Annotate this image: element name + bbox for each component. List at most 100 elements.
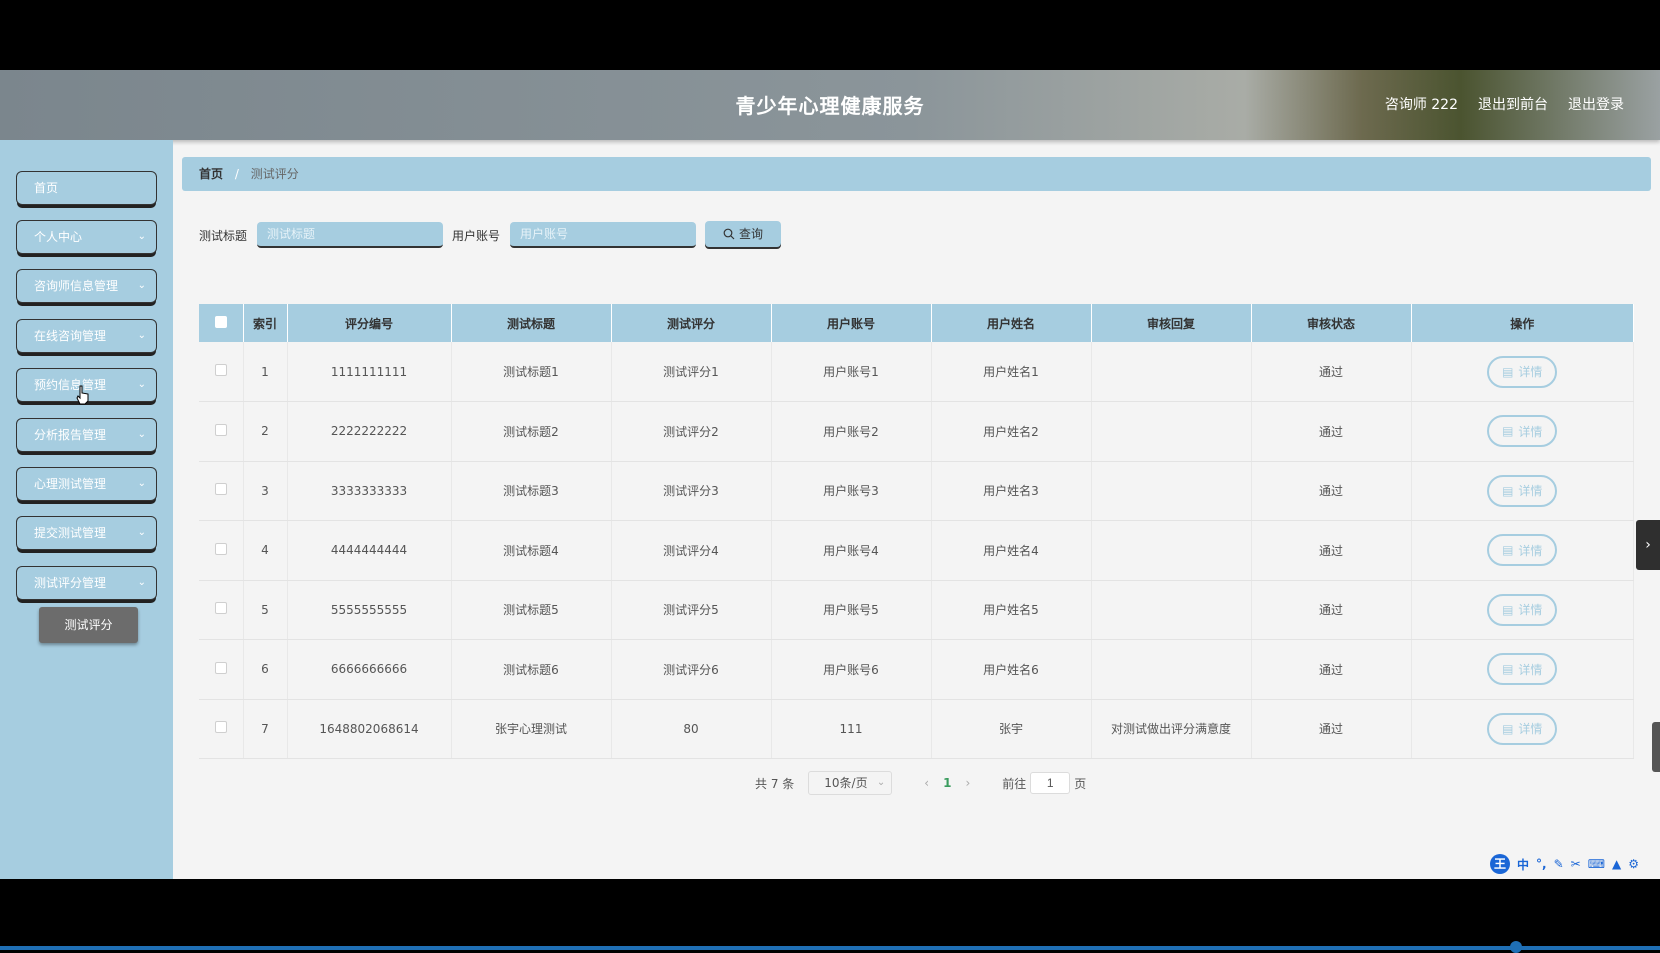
cell-test-title: 测试标题2 (451, 401, 612, 462)
shirt-icon[interactable]: ▲ (1612, 857, 1621, 871)
detail-button[interactable]: ▤ 详情 (1487, 355, 1558, 388)
chevron-down-icon: ⌄ (137, 379, 146, 390)
chevron-down-icon: ⌄ (137, 231, 146, 242)
cell-review-reply (1091, 520, 1252, 581)
prev-page-icon[interactable]: ‹ (924, 776, 929, 790)
scissors-icon[interactable]: ✂ (1571, 857, 1581, 871)
progress-indicator (1510, 941, 1522, 953)
cell-actions: ▤ 详情 (1411, 580, 1634, 640)
cell-review-status: 通过 (1251, 401, 1412, 462)
row-checkbox[interactable] (214, 542, 227, 555)
sidebar-item-submit-test[interactable]: 提交测试管理 ⌄ (17, 517, 156, 549)
cell-test-score: 80 (611, 699, 772, 759)
row-checkbox[interactable] (214, 483, 227, 496)
cell-test-score: 测试评分3 (611, 461, 772, 521)
breadcrumb: 首页 / 测试评分 (182, 157, 1651, 191)
row-checkbox[interactable] (214, 602, 227, 615)
cell-score-no: 4444444444 (287, 520, 452, 581)
page-number[interactable]: 1 (943, 776, 951, 790)
cell-review-status: 通过 (1251, 342, 1412, 402)
cell-actions: ▤ 详情 (1411, 699, 1634, 759)
submenu-test-score[interactable]: 测试评分 (39, 607, 138, 643)
chevron-down-icon: ⌄ (137, 577, 146, 588)
detail-button-label: 详情 (1518, 365, 1543, 379)
sidebar-item-counselor-info[interactable]: 咨询师信息管理 ⌄ (17, 270, 156, 302)
sidebar-item-label: 测试评分管理 (34, 576, 107, 590)
document-icon: ▤ (1502, 483, 1514, 498)
select-all-checkbox[interactable] (214, 315, 227, 328)
test-title-input[interactable] (257, 222, 444, 248)
cell-score-no: 2222222222 (287, 401, 452, 462)
scroll-handle[interactable] (1652, 722, 1660, 772)
cell-score-no: 1648802068614 (287, 699, 452, 759)
cell-test-title: 测试标题5 (451, 580, 612, 640)
breadcrumb-home[interactable]: 首页 (199, 167, 223, 181)
row-checkbox[interactable] (214, 721, 227, 734)
sidebar-item-label: 咨询师信息管理 (34, 279, 119, 293)
keyboard-icon[interactable]: ⌨ (1588, 857, 1605, 871)
row-checkbox[interactable] (214, 364, 227, 376)
cell-score-no: 1111111111 (287, 342, 452, 402)
ime-logo[interactable]: 王 (1490, 854, 1510, 874)
detail-button[interactable]: ▤ 详情 (1487, 712, 1558, 745)
page-size-select[interactable]: 10条/页 ⌄ (808, 771, 893, 795)
pen-icon[interactable]: ✎ (1554, 857, 1564, 871)
column-header: 测试评分 (611, 304, 772, 342)
screen-frame: 青少年心理健康服务 咨询师 222 退出到前台 退出登录 首页 个人中心 ⌄ 咨… (0, 0, 1660, 953)
cell-user-name: 用户姓名6 (931, 639, 1092, 700)
column-header: 操作 (1411, 304, 1634, 342)
gear-icon[interactable]: ⚙ (1628, 857, 1639, 871)
sidebar-item-personal-center[interactable]: 个人中心 ⌄ (17, 221, 156, 253)
row-checkbox[interactable] (214, 423, 227, 436)
ime-language[interactable]: 中 (1517, 856, 1529, 873)
column-header: 用户姓名 (931, 304, 1092, 342)
detail-button[interactable]: ▤ 详情 (1487, 653, 1558, 686)
detail-button-label: 详情 (1518, 603, 1543, 618)
sidebar-item-analysis-report[interactable]: 分析报告管理 ⌄ (17, 419, 156, 451)
page-size-value: 10条/页 (824, 776, 868, 790)
sidebar-item-online-consult[interactable]: 在线咨询管理 ⌄ (17, 320, 156, 352)
sidebar-item-home[interactable]: 首页 (17, 172, 156, 204)
cell-review-reply (1091, 461, 1252, 521)
row-checkbox[interactable] (214, 661, 227, 674)
row-checkbox-cell (199, 342, 244, 402)
total-count: 共 7 条 (755, 776, 795, 791)
table-row: 3 3333333333 测试标题3 测试评分3 用户账号3 用户姓名3 通过 … (199, 461, 1634, 521)
logout-link[interactable]: 退出登录 (1568, 94, 1624, 114)
row-checkbox-cell (199, 639, 244, 700)
detail-button[interactable]: ▤ 详情 (1487, 534, 1558, 567)
chevron-right-icon: › (1645, 537, 1651, 553)
sidebar-item-psych-test[interactable]: 心理测试管理 ⌄ (17, 468, 156, 500)
expand-panel-button[interactable]: › (1636, 520, 1660, 570)
column-header: 测试标题 (451, 304, 612, 342)
cell-test-title: 张宇心理测试 (451, 699, 612, 759)
document-icon: ▤ (1502, 662, 1514, 677)
detail-button-label: 详情 (1518, 484, 1543, 499)
user-account-label: 用户账号 (452, 228, 501, 243)
sidebar-item-label: 分析报告管理 (34, 428, 107, 442)
cell-user-account: 用户账号6 (771, 639, 932, 700)
punctuation-icon[interactable]: °, (1536, 857, 1547, 871)
exit-to-front-link[interactable]: 退出到前台 (1478, 94, 1548, 114)
column-header: 评分编号 (287, 304, 452, 342)
sidebar-item-label: 提交测试管理 (34, 526, 107, 540)
detail-button[interactable]: ▤ 详情 (1487, 474, 1558, 507)
sidebar-item-test-score[interactable]: 测试评分管理 ⌄ (17, 567, 156, 599)
user-account-input[interactable] (510, 222, 697, 248)
goto-page-input[interactable] (1030, 772, 1071, 794)
detail-button[interactable]: ▤ 详情 (1487, 593, 1558, 626)
detail-button[interactable]: ▤ 详情 (1487, 415, 1558, 448)
cell-actions: ▤ 详情 (1411, 639, 1634, 700)
sidebar: 首页 个人中心 ⌄ 咨询师信息管理 ⌄ 在线咨询管理 ⌄ 预约信息管理 ⌄ 分析… (0, 140, 173, 879)
detail-button-label: 详情 (1518, 543, 1543, 558)
cell-actions: ▤ 详情 (1411, 520, 1634, 581)
chevron-down-icon: ⌄ (876, 777, 886, 788)
next-page-icon[interactable]: › (965, 776, 970, 790)
cell-test-title: 测试标题3 (451, 461, 612, 521)
hand-cursor-icon (76, 385, 89, 405)
search-bar: 测试标题 用户账号 查询 (199, 220, 782, 250)
table-row: 4 4444444444 测试标题4 测试评分4 用户账号4 用户姓名4 通过 … (199, 520, 1634, 581)
search-button[interactable]: 查询 (705, 220, 782, 247)
cell-user-name: 用户姓名3 (931, 461, 1092, 521)
cell-review-reply (1091, 342, 1252, 402)
